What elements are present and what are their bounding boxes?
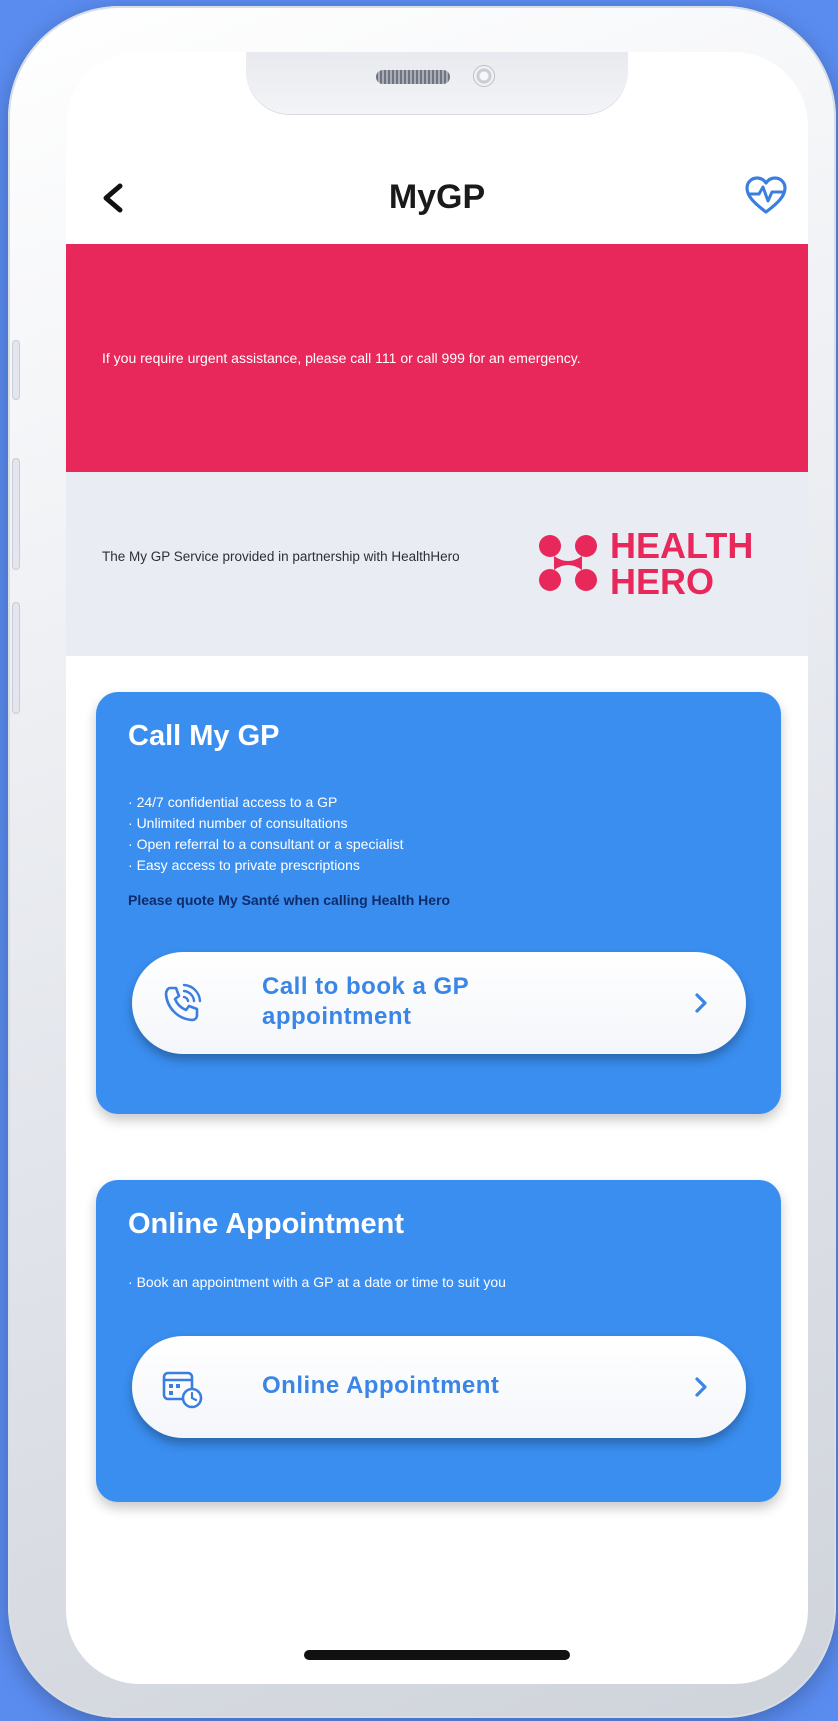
volume-down-button <box>12 602 20 714</box>
screen: MyGP If you require urgent assistance, p… <box>66 52 808 1684</box>
chevron-right-icon <box>695 993 707 1013</box>
notch <box>246 52 628 114</box>
feature-list: 24/7 confidential access to a GP Unlimit… <box>128 792 404 876</box>
online-button-label: Online Appointment <box>262 1372 500 1399</box>
healthhero-dots-icon <box>539 535 597 591</box>
list-item: 24/7 confidential access to a GP <box>128 792 403 813</box>
home-indicator[interactable] <box>304 1650 570 1660</box>
list-item: Easy access to private prescriptions <box>128 855 403 876</box>
list-item: Book an appointment with a GP at a date … <box>128 1272 506 1293</box>
volume-up-button <box>12 458 20 570</box>
chevron-right-icon <box>695 1377 707 1397</box>
feature-list: Book an appointment with a GP at a date … <box>128 1272 506 1293</box>
heartbeat-icon[interactable] <box>744 176 788 216</box>
healthhero-logo: HEALTH HERO <box>536 520 776 600</box>
partner-text: The My GP Service provided in partnershi… <box>102 549 460 564</box>
mute-switch <box>12 340 20 400</box>
card-title: Online Appointment <box>128 1208 405 1240</box>
page-title: MyGP <box>388 178 486 216</box>
nav-bar: MyGP <box>66 156 808 242</box>
partner-section: The My GP Service provided in partnershi… <box>66 472 808 656</box>
online-appointment-button[interactable]: Online Appointment <box>132 1336 746 1438</box>
alert-text: If you require urgent assistance, please… <box>102 350 581 366</box>
logo-line-1: HEALTH <box>610 525 754 566</box>
speaker-grille <box>376 70 450 84</box>
phone-frame: MyGP If you require urgent assistance, p… <box>8 6 836 1718</box>
logo-line-2: HERO <box>610 561 715 602</box>
front-camera <box>474 66 494 86</box>
card-title: Call My GP <box>128 720 280 752</box>
urgent-alert-banner: If you require urgent assistance, please… <box>66 244 808 472</box>
calendar-clock-icon <box>162 1371 203 1409</box>
online-appointment-card: Online Appointment Book an appointment w… <box>96 1180 781 1502</box>
phone-ringing-icon <box>164 983 202 1022</box>
list-item: Open referral to a consultant or a speci… <box>128 834 404 855</box>
healthhero-wordmark: HEALTH HERO <box>610 528 753 600</box>
call-my-gp-card: Call My GP 24/7 confidential access to a… <box>96 692 781 1114</box>
list-item: Unlimited number of consultations <box>128 813 403 834</box>
call-button-label: Call to book a GP appointment <box>262 973 469 1030</box>
quote-note: Please quote My Santé when calling Healt… <box>128 892 451 908</box>
call-to-book-button[interactable]: Call to book a GP appointment <box>132 952 746 1054</box>
